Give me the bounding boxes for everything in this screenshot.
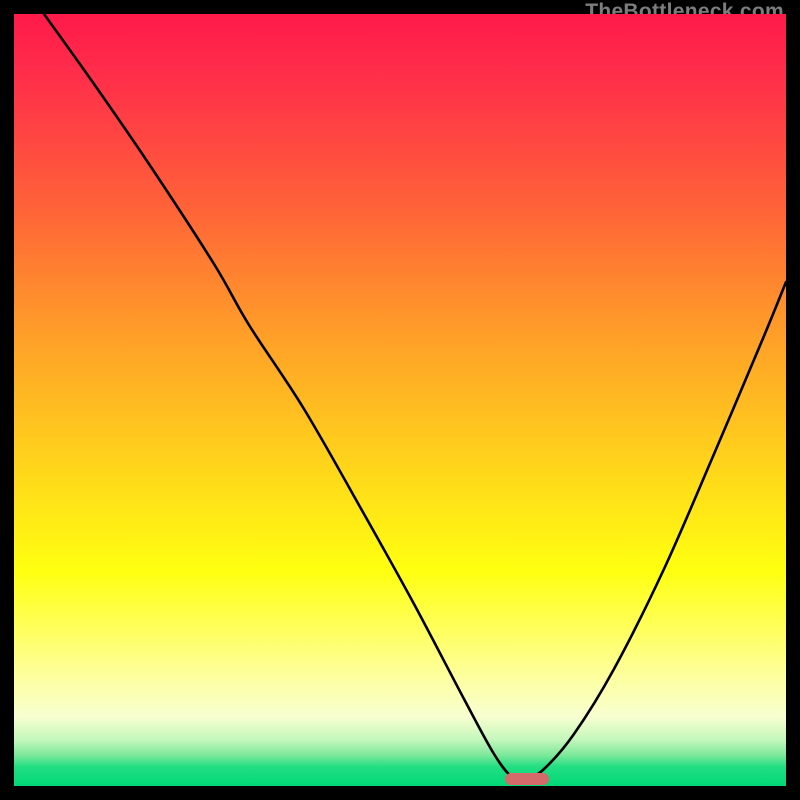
chart-container: TheBottleneck.com [0,0,800,800]
bottleneck-curve-svg [14,14,786,786]
optimal-point-marker [505,773,549,785]
bottleneck-curve [44,14,786,780]
